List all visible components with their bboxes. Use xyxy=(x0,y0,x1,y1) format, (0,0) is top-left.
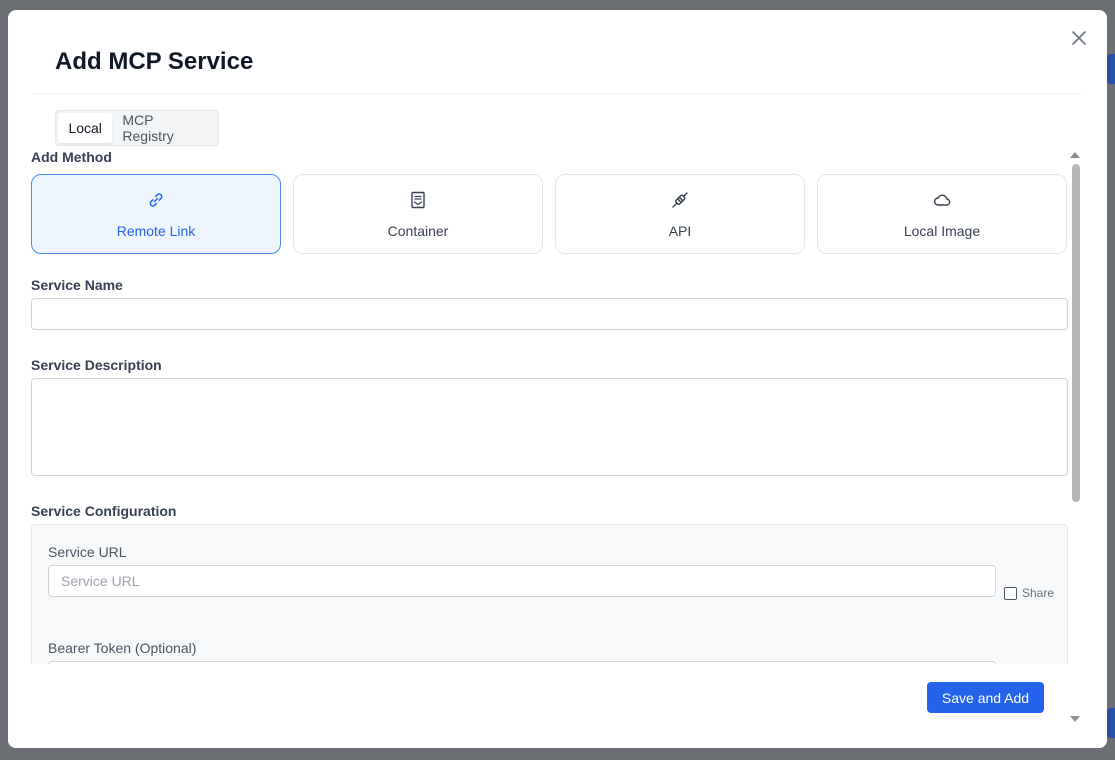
service-url-label: Service URL xyxy=(48,544,127,560)
link-icon xyxy=(146,190,166,215)
dialog-title: Add MCP Service xyxy=(55,48,254,75)
add-method-options: Remote Link Container API Local Image xyxy=(31,174,1067,254)
backdrop-strip xyxy=(1107,708,1115,738)
container-icon xyxy=(408,190,428,215)
method-local-image[interactable]: Local Image xyxy=(817,174,1067,254)
method-api[interactable]: API xyxy=(555,174,805,254)
header-divider xyxy=(32,93,1083,94)
method-label: Remote Link xyxy=(116,222,196,239)
method-label: Container xyxy=(387,222,449,239)
backdrop-strip xyxy=(1107,54,1115,84)
service-name-label: Service Name xyxy=(31,277,123,293)
plug-icon xyxy=(670,190,690,215)
tab-mcp-registry[interactable]: MCP Registry xyxy=(112,112,216,144)
close-icon[interactable] xyxy=(1068,27,1090,49)
add-mcp-service-dialog: Add MCP Service Local MCP Registry Add M… xyxy=(8,10,1107,748)
scrollbar[interactable] xyxy=(1068,150,1082,728)
save-and-add-button[interactable]: Save and Add xyxy=(927,682,1044,713)
method-container[interactable]: Container xyxy=(293,174,543,254)
service-description-textarea[interactable] xyxy=(31,378,1068,476)
service-url-input[interactable]: Service URL xyxy=(48,565,996,597)
scroll-up-arrow[interactable] xyxy=(1070,152,1080,158)
tab-local[interactable]: Local xyxy=(58,113,113,143)
source-tabs: Local MCP Registry xyxy=(55,110,219,146)
add-method-label: Add Method xyxy=(31,149,112,165)
share-checkbox[interactable] xyxy=(1004,586,1017,600)
service-configuration-label: Service Configuration xyxy=(31,503,177,519)
scroll-thumb[interactable] xyxy=(1072,164,1080,502)
scroll-down-arrow[interactable] xyxy=(1070,716,1080,722)
service-configuration-panel: Service URL Service URL Share Bearer Tok… xyxy=(31,524,1068,684)
service-name-input[interactable] xyxy=(31,298,1068,330)
method-label: Local Image xyxy=(903,222,981,239)
method-label: API xyxy=(668,222,692,239)
bearer-token-label: Bearer Token (Optional) xyxy=(48,640,197,656)
share-label: Share xyxy=(1022,586,1055,600)
share-option: Share xyxy=(1004,586,1054,600)
service-description-label: Service Description xyxy=(31,357,162,373)
method-remote-link[interactable]: Remote Link xyxy=(31,174,281,254)
cloud-icon xyxy=(932,190,952,215)
